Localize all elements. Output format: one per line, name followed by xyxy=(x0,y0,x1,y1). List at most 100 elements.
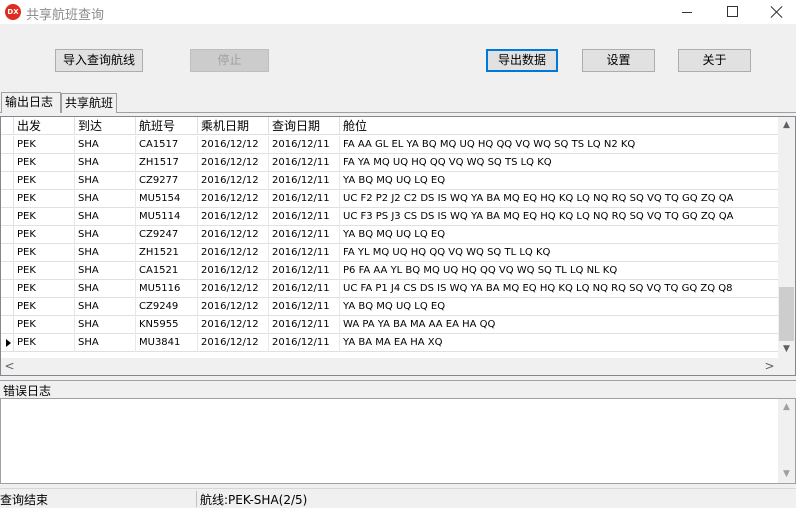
row-header[interactable] xyxy=(1,136,14,154)
table-row[interactable]: PEK SHA KN5955 2016/12/12 2016/12/11 WA PA YA… xyxy=(1,316,778,334)
column-header-arrival[interactable]: 到达 xyxy=(75,117,136,135)
cell-flight-no[interactable]: MU5116 xyxy=(136,280,198,298)
table-row[interactable]: PEK SHA ZH1517 2016/12/12 2016/12/11 FA YA MQ… xyxy=(1,154,778,172)
column-header-cabins[interactable]: 舱位 xyxy=(340,117,778,135)
tab-shared-flights[interactable]: 共享航班 xyxy=(61,93,117,113)
cell-query-date[interactable]: 2016/12/11 xyxy=(269,208,340,226)
cell-departure[interactable]: PEK xyxy=(14,136,75,154)
cell-arrival[interactable]: SHA xyxy=(75,280,136,298)
cell-cabins[interactable]: UC FA P1 J4 CS DS IS WQ YA BA MQ EQ HQ K… xyxy=(340,280,778,298)
flight-grid[interactable]: 出发 到达 航班号 乘机日期 查询日期 舱位 PEK SHA CA1517 2016/… xyxy=(0,116,796,376)
row-header[interactable] xyxy=(1,172,14,190)
tab-output-log[interactable]: 输出日志 xyxy=(1,92,61,113)
cell-departure[interactable]: PEK xyxy=(14,262,75,280)
horizontal-scroll-thumb[interactable] xyxy=(18,359,761,374)
row-header[interactable] xyxy=(1,316,14,334)
cell-arrival[interactable]: SHA xyxy=(75,172,136,190)
cell-query-date[interactable]: 2016/12/11 xyxy=(269,154,340,172)
error-scroll-up-icon[interactable]: ▲ xyxy=(778,399,795,416)
cell-flight-date[interactable]: 2016/12/12 xyxy=(198,262,269,280)
cell-flight-no[interactable]: CZ9247 xyxy=(136,226,198,244)
scroll-down-icon[interactable]: ▼ xyxy=(778,341,795,358)
import-routes-button[interactable]: 导入查询航线 xyxy=(55,49,143,72)
cell-departure[interactable]: PEK xyxy=(14,244,75,262)
cell-arrival[interactable]: SHA xyxy=(75,136,136,154)
cell-departure[interactable]: PEK xyxy=(14,172,75,190)
cell-query-date[interactable]: 2016/12/11 xyxy=(269,244,340,262)
row-header[interactable] xyxy=(1,190,14,208)
cell-flight-no[interactable]: ZH1521 xyxy=(136,244,198,262)
about-button[interactable]: 关于 xyxy=(678,49,751,72)
cell-cabins[interactable]: FA AA GL EL YA BQ MQ UQ HQ QQ VQ WQ SQ T… xyxy=(340,136,778,154)
cell-query-date[interactable]: 2016/12/11 xyxy=(269,316,340,334)
table-row[interactable]: PEK SHA ZH1521 2016/12/12 2016/12/11 FA YL MQ… xyxy=(1,244,778,262)
export-data-button[interactable]: 导出数据 xyxy=(486,49,558,72)
cell-arrival[interactable]: SHA xyxy=(75,244,136,262)
cell-arrival[interactable]: SHA xyxy=(75,190,136,208)
row-header[interactable] xyxy=(1,334,14,352)
cell-cabins[interactable]: YA BQ MQ UQ LQ EQ xyxy=(340,298,778,316)
minimize-button[interactable] xyxy=(664,0,710,24)
cell-flight-date[interactable]: 2016/12/12 xyxy=(198,280,269,298)
cell-flight-no[interactable]: MU3841 xyxy=(136,334,198,352)
cell-cabins[interactable]: YA BA MA EA HA XQ xyxy=(340,334,778,352)
cell-departure[interactable]: PEK xyxy=(14,190,75,208)
maximize-button[interactable] xyxy=(710,0,756,24)
cell-query-date[interactable]: 2016/12/11 xyxy=(269,172,340,190)
cell-flight-no[interactable]: MU5114 xyxy=(136,208,198,226)
column-header-departure[interactable]: 出发 xyxy=(14,117,75,135)
cell-flight-date[interactable]: 2016/12/12 xyxy=(198,334,269,352)
cell-flight-date[interactable]: 2016/12/12 xyxy=(198,298,269,316)
cell-flight-date[interactable]: 2016/12/12 xyxy=(198,208,269,226)
cell-departure[interactable]: PEK xyxy=(14,316,75,334)
row-header[interactable] xyxy=(1,226,14,244)
scroll-up-icon[interactable]: ▲ xyxy=(778,117,795,134)
scroll-right-icon[interactable]: > xyxy=(761,358,778,375)
row-header[interactable] xyxy=(1,244,14,262)
cell-query-date[interactable]: 2016/12/11 xyxy=(269,136,340,154)
row-header[interactable] xyxy=(1,262,14,280)
column-header-flight-no[interactable]: 航班号 xyxy=(136,117,198,135)
table-row[interactable]: PEK SHA CZ9247 2016/12/12 2016/12/11 YA BQ MQ… xyxy=(1,226,778,244)
table-row[interactable]: PEK SHA MU5114 2016/12/12 2016/12/11 UC F3 PS… xyxy=(1,208,778,226)
cell-flight-date[interactable]: 2016/12/12 xyxy=(198,316,269,334)
cell-query-date[interactable]: 2016/12/11 xyxy=(269,262,340,280)
cell-cabins[interactable]: YA BQ MQ UQ LQ EQ xyxy=(340,226,778,244)
table-row[interactable]: PEK SHA CZ9249 2016/12/12 2016/12/11 YA BQ MQ… xyxy=(1,298,778,316)
cell-arrival[interactable]: SHA xyxy=(75,226,136,244)
cell-departure[interactable]: PEK xyxy=(14,226,75,244)
cell-cabins[interactable]: WA PA YA BA MA AA EA HA QQ xyxy=(340,316,778,334)
cell-flight-date[interactable]: 2016/12/12 xyxy=(198,226,269,244)
cell-flight-date[interactable]: 2016/12/12 xyxy=(198,136,269,154)
error-log-scrollbar[interactable]: ▲ ▼ xyxy=(778,399,795,483)
row-header[interactable] xyxy=(1,208,14,226)
cell-departure[interactable]: PEK xyxy=(14,280,75,298)
error-scroll-down-icon[interactable]: ▼ xyxy=(778,466,795,483)
grid-horizontal-scrollbar[interactable]: < > xyxy=(1,358,778,375)
vertical-scroll-thumb[interactable] xyxy=(779,287,794,341)
cell-arrival[interactable]: SHA xyxy=(75,154,136,172)
cell-arrival[interactable]: SHA xyxy=(75,316,136,334)
cell-flight-no[interactable]: CA1517 xyxy=(136,136,198,154)
close-button[interactable] xyxy=(754,0,796,24)
cell-flight-date[interactable]: 2016/12/12 xyxy=(198,244,269,262)
cell-arrival[interactable]: SHA xyxy=(75,262,136,280)
column-header-flight-date[interactable]: 乘机日期 xyxy=(198,117,269,135)
cell-cabins[interactable]: YA BQ MQ UQ LQ EQ xyxy=(340,172,778,190)
row-header[interactable] xyxy=(1,280,14,298)
cell-query-date[interactable]: 2016/12/11 xyxy=(269,334,340,352)
table-row[interactable]: PEK SHA MU5154 2016/12/12 2016/12/11 UC F2 P2… xyxy=(1,190,778,208)
grid-vertical-scrollbar[interactable]: ▲ ▼ xyxy=(778,117,795,358)
cell-arrival[interactable]: SHA xyxy=(75,208,136,226)
cell-cabins[interactable]: FA YA MQ UQ HQ QQ VQ WQ SQ TS LQ KQ xyxy=(340,154,778,172)
cell-flight-date[interactable]: 2016/12/12 xyxy=(198,154,269,172)
table-row[interactable]: PEK SHA MU3841 2016/12/12 2016/12/11 YA BA MA… xyxy=(1,334,778,352)
cell-departure[interactable]: PEK xyxy=(14,154,75,172)
cell-departure[interactable]: PEK xyxy=(14,334,75,352)
cell-arrival[interactable]: SHA xyxy=(75,334,136,352)
cell-query-date[interactable]: 2016/12/11 xyxy=(269,226,340,244)
table-row[interactable]: PEK SHA CZ9277 2016/12/12 2016/12/11 YA BQ MQ… xyxy=(1,172,778,190)
column-header-query-date[interactable]: 查询日期 xyxy=(269,117,340,135)
cell-flight-no[interactable]: ZH1517 xyxy=(136,154,198,172)
cell-query-date[interactable]: 2016/12/11 xyxy=(269,298,340,316)
